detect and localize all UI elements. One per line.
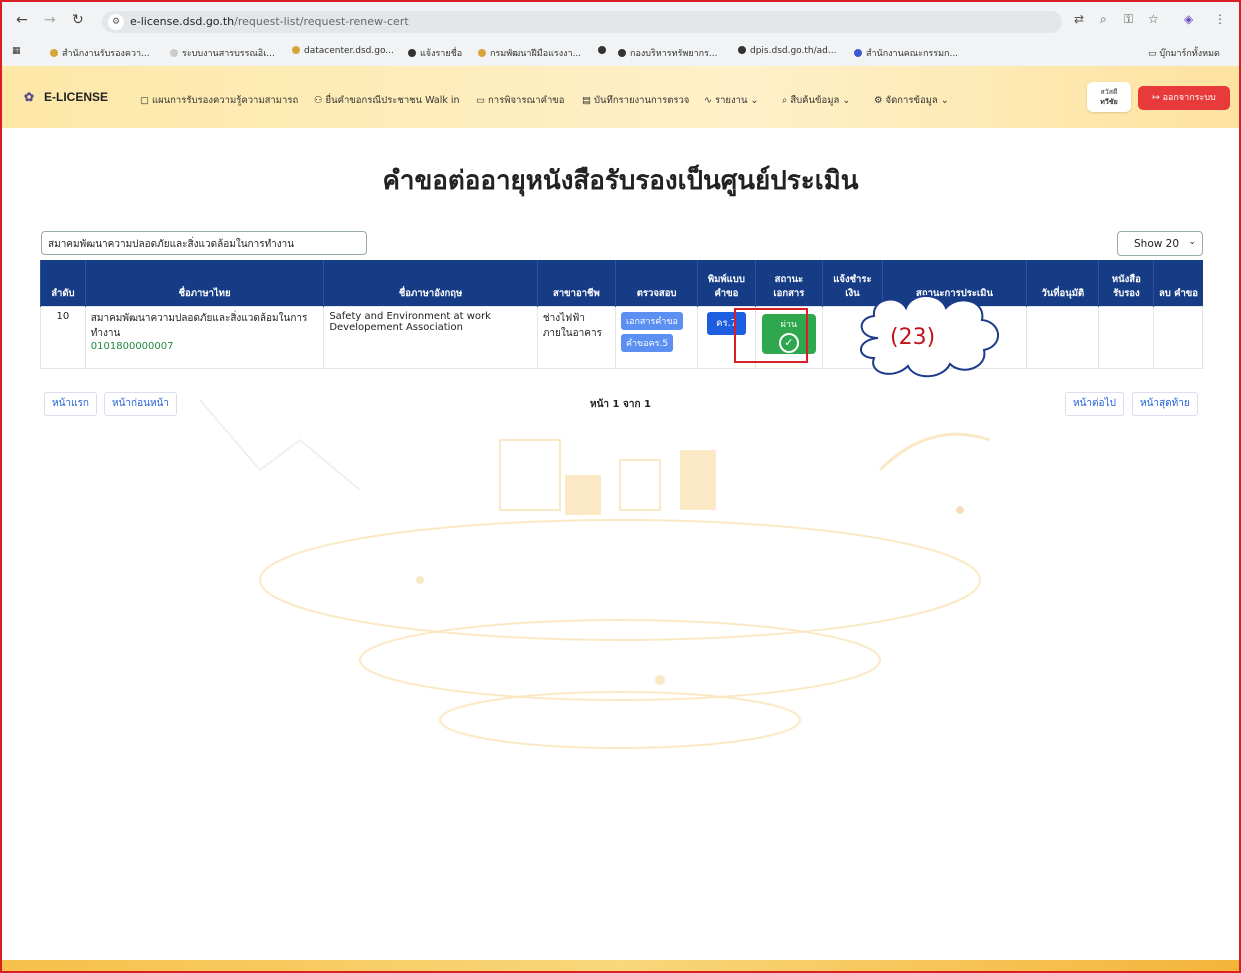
col-header: ลำดับ [40, 260, 86, 307]
col-header: วันที่อนุมัติ [1026, 260, 1099, 307]
check-document-button[interactable]: เอกสารคำขอ [620, 312, 683, 330]
cell-delete [1153, 306, 1203, 369]
more-menu-icon[interactable]: ⋮ [1214, 12, 1226, 26]
password-key-icon[interactable]: ⚿ [1124, 12, 1133, 27]
chevron-down-icon: ⌄ [1188, 237, 1196, 247]
col-header: ตรวจสอบ [614, 260, 698, 307]
col-header: ลบ คำขอ [1153, 260, 1203, 307]
page-info: หน้า 1 จาก 1 [590, 399, 651, 410]
forward-icon[interactable]: → [44, 12, 56, 28]
col-header: ชื่อภาษาอังกฤษ [323, 260, 538, 307]
browser-chrome: ← → ↻ ⚙ e-license.dsd.go.th/request-list… [2, 2, 1239, 66]
url-text: e-license.dsd.go.th/request-list/request… [130, 15, 409, 28]
bookmark-item[interactable]: dpis.dsd.go.th/ad... [738, 46, 836, 56]
cell-branch: ช่างไฟฟ้าภายในอาคาร [536, 306, 616, 369]
logo-icon: ✿ [24, 90, 35, 104]
footer-bar [2, 960, 1239, 971]
request-table: ลำดับ ชื่อภาษาไทย ชื่อภาษาอังกฤษ สาขาอาช… [40, 260, 1203, 369]
thai-name: สมาคมพัฒนาความปลอดภัยและสิ่งแวดล้อมในการ… [90, 313, 308, 339]
col-header: พิมพ์แบบ คำขอ [697, 260, 756, 307]
cell-thai-name: สมาคมพัฒนาความปลอดภัยและสิ่งแวดล้อมในการ… [84, 306, 325, 369]
menu-manage-data[interactable]: ⚙ จัดการข้อมูล ⌄ [874, 93, 949, 108]
check-form-button[interactable]: คำขอคร.5 [620, 334, 674, 352]
menu-walk-in[interactable]: ⚇ ยื่นคำขอกรณีประชาชน Walk in [314, 93, 460, 108]
star-icon[interactable]: ☆ [1148, 12, 1159, 26]
bookmark-item[interactable] [598, 46, 610, 56]
user-greeting[interactable]: สวัสดี ทวีชัย [1087, 82, 1131, 112]
menu-review-request[interactable]: ▭ การพิจารณาคำขอ [476, 93, 565, 108]
bookmark-item[interactable]: กรมพัฒนาฝีมือแรงงา... [478, 46, 581, 60]
search-input[interactable]: สมาคมพัฒนาความปลอดภัยและสิ่งแวดล้อมในการ… [41, 231, 367, 255]
table-row: 10 สมาคมพัฒนาความปลอดภัยและสิ่งแวดล้อมใน… [40, 306, 1203, 369]
all-bookmarks[interactable]: ▭ บุ๊กมาร์กทั้งหมด [1148, 46, 1220, 60]
cell-no: 10 [40, 306, 86, 369]
menu-search-data[interactable]: ⌕ สืบค้นข้อมูล ⌄ [782, 93, 850, 108]
folder-icon: ▭ [1148, 49, 1160, 59]
extension-icon[interactable]: ◈ [1184, 12, 1193, 26]
menu-inspection-report[interactable]: ▤ บันทึกรายงานการตรวจ [582, 93, 689, 108]
app-logo[interactable]: ✿ E-LICENSE [24, 90, 108, 104]
last-page-button[interactable]: หน้าสุดท้าย [1132, 392, 1198, 416]
bookmark-item[interactable]: datacenter.dsd.go... [292, 46, 394, 56]
bookmark-item[interactable]: ระบบงานสารบรรณอิเ... [170, 46, 275, 60]
col-header: ชื่อภาษาไทย [84, 260, 324, 307]
menu-assessment-plan[interactable]: ▢ แผนการรับรองความรู้ความสามารถ [140, 93, 298, 108]
logout-icon: ↦ [1152, 93, 1163, 103]
logout-button[interactable]: ↦ ออกจากระบบ [1138, 86, 1230, 110]
first-page-button[interactable]: หน้าแรก [44, 392, 97, 416]
col-header: หนังสือ รับรอง [1098, 260, 1154, 307]
next-page-button[interactable]: หน้าต่อไป [1065, 392, 1124, 416]
bookmark-item[interactable]: สำนักงานคณะกรรมก... [854, 46, 958, 60]
cell-approved-date [1026, 306, 1100, 369]
bookmark-item[interactable]: แจ้งรายชื่อ [408, 46, 462, 60]
browser-toolbar: ← → ↻ ⚙ e-license.dsd.go.th/request-list… [2, 8, 1239, 36]
site-settings-icon[interactable]: ⚙ [108, 14, 124, 30]
bookmarks-bar: ▦ สำนักงานรับรองควา... ระบบงานสารบรรณอิเ… [2, 42, 1239, 64]
menu-reports[interactable]: ∿ รายงาน ⌄ [704, 93, 758, 108]
translate-icon[interactable]: ⇄ [1074, 12, 1084, 26]
apps-grid-icon[interactable]: ▦ [12, 46, 21, 56]
col-header: สาขาอาชีพ [536, 260, 616, 307]
app-navbar: ✿ E-LICENSE ▢ แผนการรับรองความรู้ความสามา… [2, 66, 1239, 128]
highlight-box [734, 308, 808, 363]
bookmark-item[interactable]: สำนักงานรับรองควา... [50, 46, 150, 60]
annotation-label: (23) [890, 325, 936, 350]
prev-page-button[interactable]: หน้าก่อนหน้า [104, 392, 177, 416]
zoom-icon[interactable]: ⌕ [1100, 12, 1107, 27]
cell-certificate [1098, 306, 1155, 369]
bookmark-item[interactable]: กองบริหารทรัพยากร... [618, 46, 718, 60]
org-code: 0101800000007 [90, 341, 174, 352]
table-header-row: ลำดับ ชื่อภาษาไทย ชื่อภาษาอังกฤษ สาขาอาช… [40, 260, 1203, 307]
col-header: สถานะ เอกสาร [754, 260, 823, 307]
address-bar[interactable]: ⚙ e-license.dsd.go.th/request-list/reque… [102, 11, 1062, 33]
page-title: คำขอต่ออายุหนังสือรับรองเป็นศูนย์ประเมิน [382, 166, 859, 196]
cell-check: เอกสารคำขอคำขอคร.5 [614, 306, 699, 369]
back-icon[interactable]: ← [16, 12, 28, 28]
cell-eng-name: Safety and Environment at work Developem… [323, 306, 538, 369]
background-illustration [199, 399, 991, 749]
reload-icon[interactable]: ↻ [72, 12, 84, 28]
page-size-select[interactable]: Show 20 ⌄ [1117, 231, 1203, 256]
